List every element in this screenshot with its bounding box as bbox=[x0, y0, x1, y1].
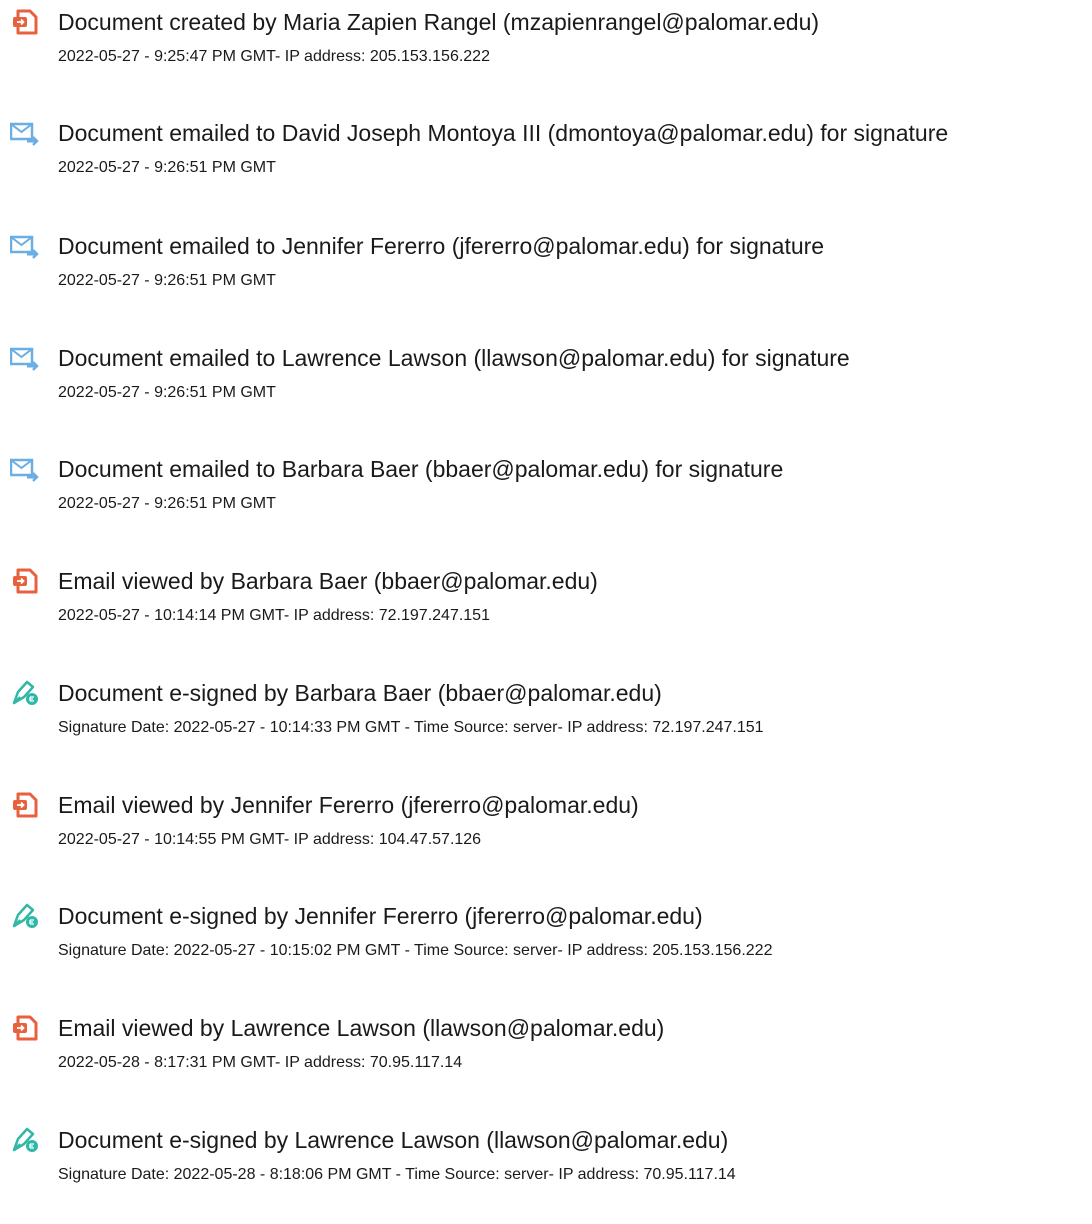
event-title: Email viewed by Lawrence Lawson (llawson… bbox=[58, 1015, 665, 1041]
email-viewed-icon bbox=[13, 792, 38, 818]
audit-event: Document emailed to Jennifer Fererro (jf… bbox=[0, 232, 1092, 322]
document-esigned-icon bbox=[12, 903, 38, 928]
audit-event: Document e-signed by Jennifer Fererro (j… bbox=[0, 902, 1092, 992]
event-title: Document e-signed by Jennifer Fererro (j… bbox=[58, 903, 703, 929]
event-detail: 2022-05-27 - 9:26:51 PM GMT bbox=[58, 495, 276, 512]
document-esigned-icon bbox=[12, 680, 38, 705]
event-detail: 2022-05-27 - 9:26:51 PM GMT bbox=[58, 272, 276, 289]
event-title: Document emailed to David Joseph Montoya… bbox=[58, 120, 949, 146]
audit-event: Document emailed to Lawrence Lawson (lla… bbox=[0, 344, 1092, 434]
audit-event: Email viewed by Jennifer Fererro (jferer… bbox=[0, 791, 1092, 881]
document-emailed-icon bbox=[10, 235, 39, 259]
event-detail: Signature Date: 2022-05-28 - 8:18:06 PM … bbox=[58, 1166, 736, 1183]
event-detail: Signature Date: 2022-05-27 - 10:14:33 PM… bbox=[58, 719, 764, 736]
audit-event: Document e-signed by Barbara Baer (bbaer… bbox=[0, 679, 1092, 769]
audit-event: Document e-signed by Lawrence Lawson (ll… bbox=[0, 1126, 1092, 1216]
event-title: Email viewed by Jennifer Fererro (jferer… bbox=[58, 792, 639, 818]
event-detail: 2022-05-27 - 9:25:47 PM GMT- IP address:… bbox=[58, 48, 490, 65]
audit-event: Document created by Maria Zapien Rangel … bbox=[0, 8, 1092, 98]
email-viewed-icon bbox=[13, 1015, 38, 1041]
event-title: Document emailed to Barbara Baer (bbaer@… bbox=[58, 456, 784, 482]
event-detail: 2022-05-28 - 8:17:31 PM GMT- IP address:… bbox=[58, 1054, 463, 1071]
email-viewed-icon bbox=[13, 568, 38, 594]
event-detail: 2022-05-27 - 10:14:14 PM GMT- IP address… bbox=[58, 607, 490, 624]
event-title: Document created by Maria Zapien Rangel … bbox=[58, 9, 820, 35]
event-title: Document emailed to Jennifer Fererro (jf… bbox=[58, 233, 825, 259]
audit-event: Email viewed by Barbara Baer (bbaer@palo… bbox=[0, 567, 1092, 657]
event-detail: Signature Date: 2022-05-27 - 10:15:02 PM… bbox=[58, 942, 773, 959]
audit-event: Document emailed to Barbara Baer (bbaer@… bbox=[0, 455, 1092, 545]
document-emailed-icon bbox=[10, 458, 39, 482]
document-emailed-icon bbox=[10, 347, 39, 371]
event-detail: 2022-05-27 - 9:26:51 PM GMT bbox=[58, 384, 276, 401]
event-detail: 2022-05-27 - 9:26:51 PM GMT bbox=[58, 159, 276, 176]
event-title: Document e-signed by Barbara Baer (bbaer… bbox=[58, 680, 662, 706]
event-title: Email viewed by Barbara Baer (bbaer@palo… bbox=[58, 568, 598, 594]
document-esigned-icon bbox=[12, 1127, 38, 1152]
event-title: Document e-signed by Lawrence Lawson (ll… bbox=[58, 1127, 729, 1153]
document-emailed-icon bbox=[10, 122, 39, 146]
event-title: Document emailed to Lawrence Lawson (lla… bbox=[58, 345, 850, 371]
audit-event: Email viewed by Lawrence Lawson (llawson… bbox=[0, 1014, 1092, 1104]
audit-event: Document emailed to David Joseph Montoya… bbox=[0, 119, 1092, 209]
event-detail: 2022-05-27 - 10:14:55 PM GMT- IP address… bbox=[58, 831, 482, 848]
document-created-icon bbox=[13, 9, 38, 35]
